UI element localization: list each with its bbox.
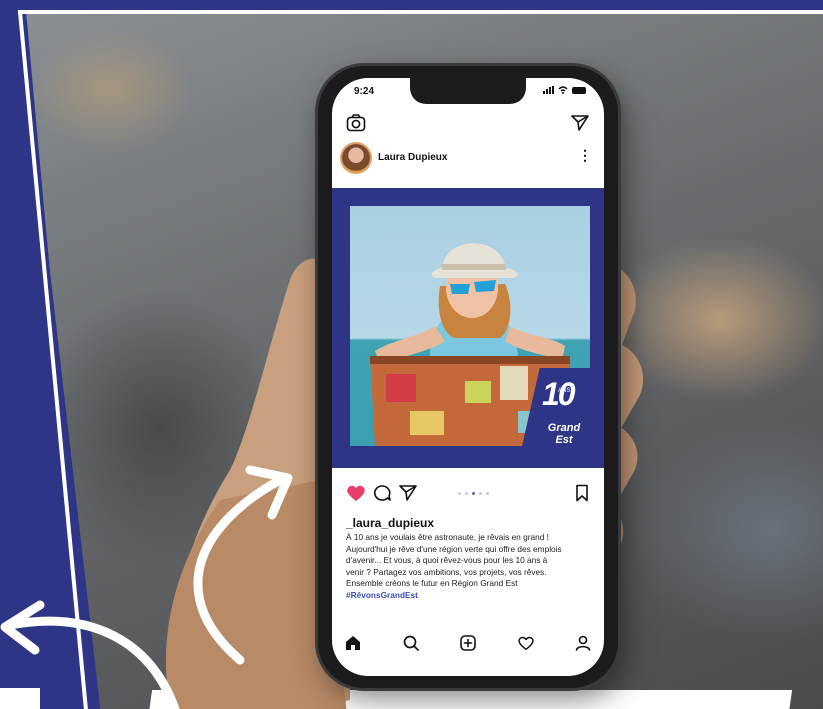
post-actions xyxy=(346,484,590,504)
caption-line: Aujourd'hui je rêve d'une région verte q… xyxy=(346,543,562,554)
share-icon[interactable] xyxy=(398,484,418,502)
add-post-icon[interactable] xyxy=(459,634,477,652)
hashtag-link[interactable]: #RêvonsGrandEst xyxy=(346,590,594,602)
carousel-dot-active xyxy=(472,492,475,495)
carousel-dot xyxy=(486,492,489,495)
post-header: Laura Dupieux ⋮ xyxy=(342,144,594,176)
home-icon[interactable] xyxy=(344,634,362,652)
carousel-indicator xyxy=(458,492,489,495)
post-photo[interactable]: 10 ANS Grand Est xyxy=(350,206,590,446)
bottom-tab-bar xyxy=(344,632,592,654)
bookmark-icon[interactable] xyxy=(574,484,590,502)
smartphone: 9:24 Laura Dupieux ⋮ 10 ANS Grand Est _l… xyxy=(318,66,618,688)
wifi-icon xyxy=(558,86,568,94)
comment-icon[interactable] xyxy=(372,484,392,502)
caption-line: Ensemble créons le futur en Région Grand… xyxy=(346,578,518,589)
status-bar: 9:24 xyxy=(354,86,586,100)
post-image-frame: 10 ANS Grand Est xyxy=(332,188,604,468)
white-border-top xyxy=(18,10,823,14)
camera-icon[interactable] xyxy=(346,114,366,132)
top-bar xyxy=(346,114,590,136)
caption-line: d'avenir... Et vous, à quoi rêvez-vous p… xyxy=(346,555,548,566)
carousel-dot xyxy=(479,492,482,495)
caption-handle[interactable]: _laura_dupieux xyxy=(346,516,434,530)
more-icon[interactable]: ⋮ xyxy=(578,148,592,162)
signal-icon xyxy=(543,86,554,94)
badge-ans: ANS xyxy=(558,388,571,394)
status-time: 9:24 xyxy=(354,86,375,97)
caption-line: À 10 ans je voulais être astronaute, je … xyxy=(346,532,549,542)
post-author[interactable]: Laura Dupieux xyxy=(378,152,447,163)
phone-screen: 9:24 Laura Dupieux ⋮ 10 ANS Grand Est _l… xyxy=(332,78,604,676)
badge-number: 10 xyxy=(542,376,576,412)
carousel-dot xyxy=(465,492,468,495)
badge-region: Grand Est xyxy=(547,422,581,446)
send-icon[interactable] xyxy=(570,114,590,132)
status-icons xyxy=(543,86,586,94)
search-icon[interactable] xyxy=(402,634,420,652)
carousel-dot xyxy=(458,492,461,495)
battery-icon xyxy=(572,86,586,94)
profile-icon[interactable] xyxy=(574,634,592,652)
caption-line: venir ? Partagez vos ambitions, vos proj… xyxy=(346,566,547,577)
avatar[interactable] xyxy=(342,144,370,172)
heart-filled-icon[interactable] xyxy=(346,484,366,502)
heart-icon[interactable] xyxy=(517,634,535,652)
post-caption: À 10 ans je voulais être astronaute, je … xyxy=(346,532,594,602)
